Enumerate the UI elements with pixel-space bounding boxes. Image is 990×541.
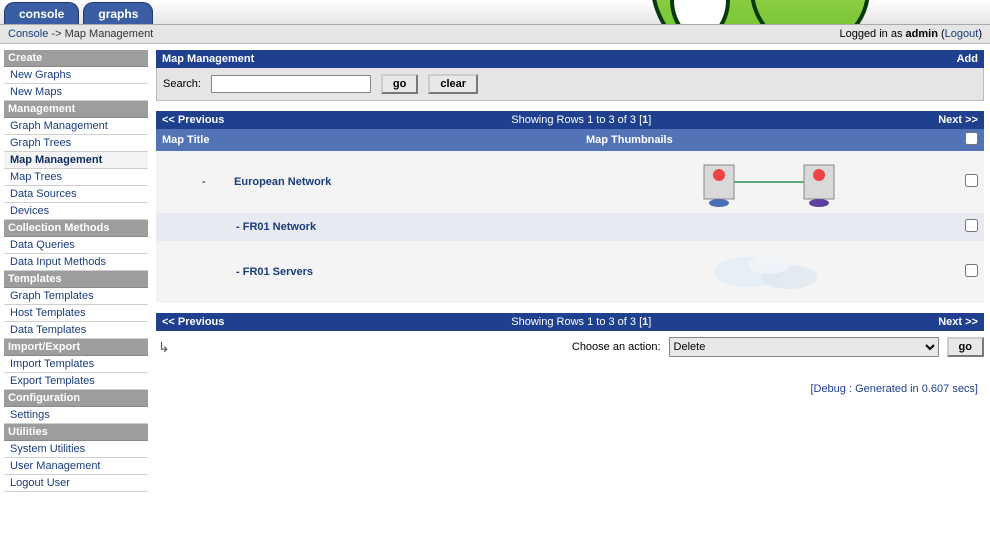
thumbnail-network — [694, 157, 844, 207]
breadcrumb-sep: -> — [51, 28, 61, 40]
action-go-button[interactable]: go — [947, 337, 984, 357]
map-title-link[interactable]: - FR01 Network — [236, 221, 316, 233]
sidebar-header: Collection Methods — [4, 220, 148, 237]
row-check-cell — [959, 213, 984, 241]
sidebar-item[interactable]: Map Trees — [4, 169, 148, 186]
clear-button[interactable]: clear — [428, 74, 478, 94]
sidebar-item[interactable]: Import Templates — [4, 356, 148, 373]
sidebar-header: Import/Export — [4, 339, 148, 356]
panel-title-bar: Map Management Add — [156, 50, 984, 68]
arrow-icon: ↳ — [156, 339, 170, 356]
map-title-cell: - European Network — [156, 151, 580, 213]
thumbnail-ghost — [694, 247, 844, 297]
pager-showing-top: Showing Rows 1 to 3 of 3 [1] — [511, 114, 651, 126]
action-select[interactable]: Delete — [669, 337, 939, 357]
pager-bottom: << Previous Showing Rows 1 to 3 of 3 [1]… — [156, 313, 984, 331]
logo-decoration — [610, 0, 870, 25]
map-title-link[interactable]: - FR01 Servers — [236, 266, 313, 278]
sidebar-item[interactable]: Data Sources — [4, 186, 148, 203]
tabs: console graphs — [4, 0, 153, 25]
login-info: Logged in as admin (Logout) — [839, 28, 982, 40]
data-table: Map Title Map Thumbnails - European Netw… — [156, 129, 984, 303]
sidebar-item[interactable]: System Utilities — [4, 441, 148, 458]
sidebar-item[interactable]: Data Queries — [4, 237, 148, 254]
sidebar-item[interactable]: Graph Trees — [4, 135, 148, 152]
row-checkbox[interactable] — [965, 174, 978, 187]
breadcrumb-console[interactable]: Console — [8, 28, 48, 40]
map-title-cell: - FR01 Network — [156, 213, 580, 241]
row-checkbox[interactable] — [965, 264, 978, 277]
sidebar-item[interactable]: Data Input Methods — [4, 254, 148, 271]
pager-prev-top[interactable]: << Previous — [162, 114, 224, 126]
sidebar-header: Templates — [4, 271, 148, 288]
tab-console[interactable]: console — [4, 2, 79, 25]
breadcrumb-current: Map Management — [65, 28, 154, 40]
table-row: - FR01 Network — [156, 213, 984, 241]
table-row: - FR01 Servers — [156, 241, 984, 303]
row-checkbox[interactable] — [965, 219, 978, 232]
row-check-cell — [959, 151, 984, 213]
sidebar-item[interactable]: Graph Management — [4, 118, 148, 135]
pager-showing-bottom: Showing Rows 1 to 3 of 3 [1] — [511, 316, 651, 328]
pager-top: << Previous Showing Rows 1 to 3 of 3 [1]… — [156, 111, 984, 129]
sidebar-item[interactable]: Host Templates — [4, 305, 148, 322]
debug-text: [Debug : Generated in 0.607 secs] — [156, 363, 984, 395]
col-title[interactable]: Map Title — [156, 129, 580, 151]
logout-link[interactable]: Logout — [945, 28, 979, 40]
login-user: admin — [906, 28, 938, 40]
sidebar-item[interactable]: Export Templates — [4, 373, 148, 390]
sidebar-item[interactable]: New Graphs — [4, 67, 148, 84]
pager-next-top[interactable]: Next >> — [938, 114, 978, 126]
select-all-checkbox[interactable] — [965, 132, 978, 145]
sidebar-item[interactable]: Data Templates — [4, 322, 148, 339]
pager-prev-bottom[interactable]: << Previous — [162, 316, 224, 328]
table-row: - European Network — [156, 151, 984, 213]
add-link[interactable]: Add — [957, 53, 978, 65]
sidebar-item[interactable]: Settings — [4, 407, 148, 424]
sidebar-header: Utilities — [4, 424, 148, 441]
search-input[interactable] — [211, 75, 371, 93]
sidebar-item[interactable]: Logout User — [4, 475, 148, 492]
sidebar-item[interactable]: User Management — [4, 458, 148, 475]
breadcrumb-row: Console -> Map Management Logged in as a… — [0, 25, 990, 44]
sidebar-item[interactable]: Graph Templates — [4, 288, 148, 305]
row-check-cell — [959, 241, 984, 303]
map-title-cell: - FR01 Servers — [156, 241, 580, 303]
col-thumb[interactable]: Map Thumbnails — [580, 129, 959, 151]
sidebar-item[interactable]: Map Management — [4, 152, 148, 169]
sidebar-item[interactable]: Devices — [4, 203, 148, 220]
main: Map Management Add Search: go clear << P… — [152, 44, 990, 498]
panel-title: Map Management — [162, 53, 254, 65]
sidebar-header: Management — [4, 101, 148, 118]
col-check — [959, 129, 984, 151]
go-button[interactable]: go — [381, 74, 418, 94]
login-prefix: Logged in as — [839, 28, 905, 40]
search-label: Search: — [163, 78, 201, 90]
action-label: Choose an action: — [572, 341, 661, 353]
tab-graphs[interactable]: graphs — [83, 2, 153, 25]
sidebar-item[interactable]: New Maps — [4, 84, 148, 101]
breadcrumb: Console -> Map Management — [8, 28, 153, 40]
top-bar: console graphs — [0, 0, 990, 25]
action-row: ↳ Choose an action: Delete go — [156, 331, 984, 363]
sidebar-header: Configuration — [4, 390, 148, 407]
map-thumb-cell — [580, 151, 959, 213]
sidebar: CreateNew GraphsNew MapsManagementGraph … — [0, 44, 152, 498]
pager-next-bottom[interactable]: Next >> — [938, 316, 978, 328]
map-thumb-cell — [580, 213, 959, 241]
sidebar-header: Create — [4, 50, 148, 67]
map-thumb-cell — [580, 241, 959, 303]
map-title-link[interactable]: European Network — [234, 176, 331, 188]
search-row: Search: go clear — [156, 68, 984, 101]
